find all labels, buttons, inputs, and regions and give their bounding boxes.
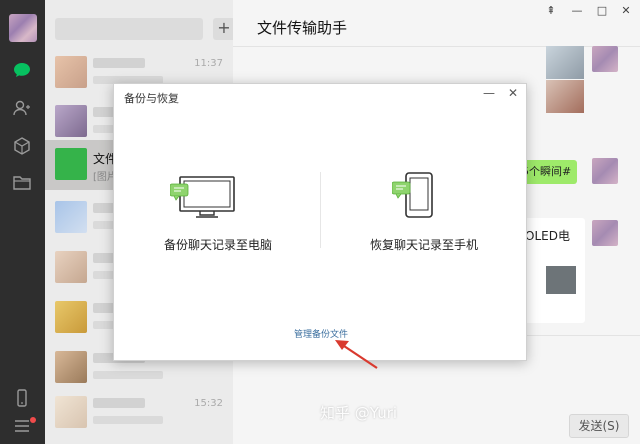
- manage-backup-files-link[interactable]: 管理备份文件: [114, 327, 528, 340]
- list-item[interactable]: 15:32: [45, 388, 233, 438]
- avatar: [55, 56, 87, 88]
- avatar: [55, 105, 87, 137]
- avatar: [55, 201, 87, 233]
- phone-icon: [392, 172, 433, 218]
- avatar: [592, 46, 618, 72]
- image-message[interactable]: [546, 46, 584, 79]
- add-button[interactable]: +: [213, 18, 233, 40]
- backup-restore-dialog: 备份与恢复 — ✕ 备份聊天记录至电脑 恢复聊天记录至手机 管理备份文件: [113, 83, 527, 361]
- image-message[interactable]: [546, 80, 584, 113]
- watermark: 知乎 @Yuri: [320, 404, 398, 422]
- blurred-name: [93, 58, 145, 68]
- monitor-icon: [170, 176, 235, 218]
- pin-button[interactable]: ⇞: [543, 4, 559, 17]
- avatar: [55, 301, 87, 333]
- options-divider: [320, 172, 321, 248]
- phone-icon[interactable]: [12, 388, 32, 408]
- favorites-icon[interactable]: [12, 136, 32, 156]
- send-button[interactable]: 发送(S): [569, 414, 629, 438]
- restore-label: 恢复聊天记录至手机: [369, 238, 478, 252]
- avatar: [592, 158, 618, 184]
- files-icon[interactable]: [12, 172, 32, 192]
- list-item-time: 15:32: [194, 398, 223, 409]
- avatar: [55, 351, 87, 383]
- notification-dot: [30, 417, 36, 423]
- chat-title: 文件传输助手: [257, 19, 348, 37]
- backup-to-pc-option[interactable]: 备份聊天记录至电脑: [118, 172, 318, 262]
- user-avatar[interactable]: [9, 14, 37, 42]
- blurred-preview: [93, 416, 163, 424]
- search-area: +: [55, 18, 233, 40]
- blurred-preview: [93, 371, 163, 379]
- blurred-name: [93, 398, 145, 408]
- left-rail: [0, 0, 45, 444]
- dialog-title: 备份与恢复: [124, 92, 179, 105]
- backup-label: 备份聊天记录至电脑: [163, 238, 272, 252]
- dialog-minimize-button[interactable]: —: [483, 86, 495, 100]
- menu-icon[interactable]: [12, 416, 32, 436]
- restore-to-phone-option[interactable]: 恢复聊天记录至手机: [324, 172, 524, 262]
- list-item-time: 11:37: [194, 58, 223, 69]
- avatar: [55, 148, 87, 180]
- contacts-icon[interactable]: [12, 98, 32, 118]
- chat-icon[interactable]: [12, 60, 32, 80]
- link-card-title: OLED电: [525, 229, 570, 243]
- maximize-button[interactable]: □: [594, 4, 610, 17]
- dialog-close-button[interactable]: ✕: [508, 86, 518, 100]
- link-card-thumbnail: [546, 266, 576, 294]
- close-button[interactable]: ✕: [618, 4, 634, 17]
- avatar: [55, 396, 87, 428]
- minimize-button[interactable]: —: [569, 4, 585, 17]
- avatar: [55, 251, 87, 283]
- search-input[interactable]: [55, 18, 203, 40]
- annotation-arrow-icon: [335, 340, 378, 369]
- avatar: [592, 220, 618, 246]
